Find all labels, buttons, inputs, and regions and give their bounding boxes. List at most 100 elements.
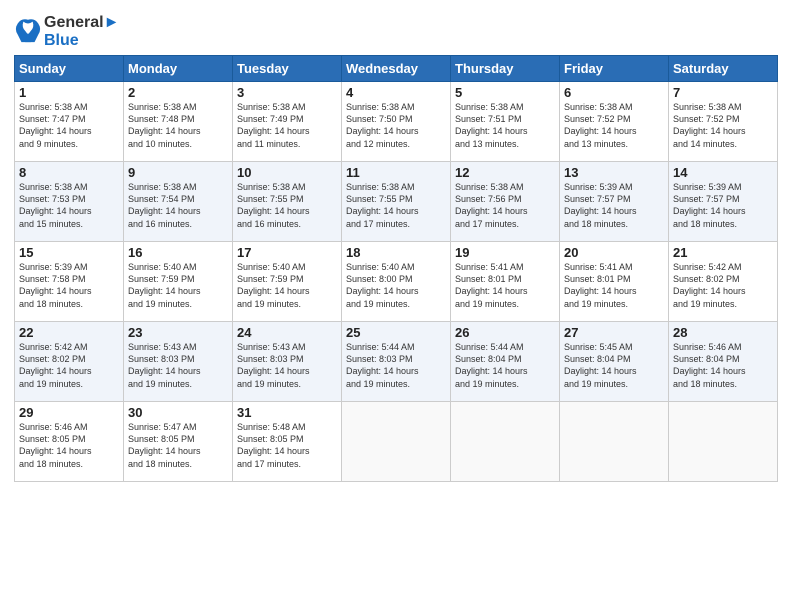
cell-details: Sunrise: 5:40 AMSunset: 8:00 PMDaylight:…	[346, 261, 446, 310]
header-row: SundayMondayTuesdayWednesdayThursdayFrid…	[15, 56, 778, 82]
cell-details: Sunrise: 5:38 AMSunset: 7:47 PMDaylight:…	[19, 101, 119, 150]
cell-details: Sunrise: 5:38 AMSunset: 7:49 PMDaylight:…	[237, 101, 337, 150]
day-number: 10	[237, 165, 337, 180]
cell-details: Sunrise: 5:41 AMSunset: 8:01 PMDaylight:…	[564, 261, 664, 310]
day-number: 25	[346, 325, 446, 340]
logo: General► Blue	[14, 14, 119, 49]
day-number: 14	[673, 165, 773, 180]
day-number: 15	[19, 245, 119, 260]
calendar-cell: 11Sunrise: 5:38 AMSunset: 7:55 PMDayligh…	[342, 162, 451, 242]
cell-details: Sunrise: 5:38 AMSunset: 7:51 PMDaylight:…	[455, 101, 555, 150]
calendar-cell: 8Sunrise: 5:38 AMSunset: 7:53 PMDaylight…	[15, 162, 124, 242]
cell-details: Sunrise: 5:38 AMSunset: 7:52 PMDaylight:…	[673, 101, 773, 150]
calendar-cell	[669, 402, 778, 482]
cell-details: Sunrise: 5:46 AMSunset: 8:05 PMDaylight:…	[19, 421, 119, 470]
cell-details: Sunrise: 5:39 AMSunset: 7:57 PMDaylight:…	[564, 181, 664, 230]
calendar-cell: 15Sunrise: 5:39 AMSunset: 7:58 PMDayligh…	[15, 242, 124, 322]
day-number: 19	[455, 245, 555, 260]
cell-details: Sunrise: 5:38 AMSunset: 7:55 PMDaylight:…	[346, 181, 446, 230]
day-number: 6	[564, 85, 664, 100]
day-number: 1	[19, 85, 119, 100]
calendar-cell: 19Sunrise: 5:41 AMSunset: 8:01 PMDayligh…	[451, 242, 560, 322]
calendar-cell: 13Sunrise: 5:39 AMSunset: 7:57 PMDayligh…	[560, 162, 669, 242]
cell-details: Sunrise: 5:40 AMSunset: 7:59 PMDaylight:…	[128, 261, 228, 310]
day-number: 8	[19, 165, 119, 180]
calendar-cell: 2Sunrise: 5:38 AMSunset: 7:48 PMDaylight…	[124, 82, 233, 162]
day-number: 28	[673, 325, 773, 340]
logo-icon	[14, 16, 42, 44]
calendar-page: General► Blue SundayMondayTuesdayWednesd…	[0, 0, 792, 612]
calendar-cell: 14Sunrise: 5:39 AMSunset: 7:57 PMDayligh…	[669, 162, 778, 242]
cell-details: Sunrise: 5:43 AMSunset: 8:03 PMDaylight:…	[128, 341, 228, 390]
day-number: 20	[564, 245, 664, 260]
day-header-friday: Friday	[560, 56, 669, 82]
calendar-cell: 30Sunrise: 5:47 AMSunset: 8:05 PMDayligh…	[124, 402, 233, 482]
calendar-cell: 6Sunrise: 5:38 AMSunset: 7:52 PMDaylight…	[560, 82, 669, 162]
cell-details: Sunrise: 5:39 AMSunset: 7:57 PMDaylight:…	[673, 181, 773, 230]
day-number: 30	[128, 405, 228, 420]
calendar-cell: 4Sunrise: 5:38 AMSunset: 7:50 PMDaylight…	[342, 82, 451, 162]
calendar-cell: 12Sunrise: 5:38 AMSunset: 7:56 PMDayligh…	[451, 162, 560, 242]
cell-details: Sunrise: 5:41 AMSunset: 8:01 PMDaylight:…	[455, 261, 555, 310]
cell-details: Sunrise: 5:38 AMSunset: 7:55 PMDaylight:…	[237, 181, 337, 230]
day-number: 24	[237, 325, 337, 340]
day-number: 13	[564, 165, 664, 180]
calendar-cell: 20Sunrise: 5:41 AMSunset: 8:01 PMDayligh…	[560, 242, 669, 322]
calendar-cell: 23Sunrise: 5:43 AMSunset: 8:03 PMDayligh…	[124, 322, 233, 402]
cell-details: Sunrise: 5:42 AMSunset: 8:02 PMDaylight:…	[19, 341, 119, 390]
cell-details: Sunrise: 5:43 AMSunset: 8:03 PMDaylight:…	[237, 341, 337, 390]
cell-details: Sunrise: 5:47 AMSunset: 8:05 PMDaylight:…	[128, 421, 228, 470]
cell-details: Sunrise: 5:45 AMSunset: 8:04 PMDaylight:…	[564, 341, 664, 390]
day-header-thursday: Thursday	[451, 56, 560, 82]
page-header: General► Blue	[14, 10, 778, 49]
day-number: 7	[673, 85, 773, 100]
day-number: 31	[237, 405, 337, 420]
day-number: 27	[564, 325, 664, 340]
calendar-cell: 3Sunrise: 5:38 AMSunset: 7:49 PMDaylight…	[233, 82, 342, 162]
day-number: 3	[237, 85, 337, 100]
calendar-week-1: 1Sunrise: 5:38 AMSunset: 7:47 PMDaylight…	[15, 82, 778, 162]
day-number: 29	[19, 405, 119, 420]
calendar-week-2: 8Sunrise: 5:38 AMSunset: 7:53 PMDaylight…	[15, 162, 778, 242]
day-header-sunday: Sunday	[15, 56, 124, 82]
calendar-cell: 28Sunrise: 5:46 AMSunset: 8:04 PMDayligh…	[669, 322, 778, 402]
calendar-cell: 7Sunrise: 5:38 AMSunset: 7:52 PMDaylight…	[669, 82, 778, 162]
calendar-header: SundayMondayTuesdayWednesdayThursdayFrid…	[15, 56, 778, 82]
calendar-week-4: 22Sunrise: 5:42 AMSunset: 8:02 PMDayligh…	[15, 322, 778, 402]
cell-details: Sunrise: 5:39 AMSunset: 7:58 PMDaylight:…	[19, 261, 119, 310]
day-number: 17	[237, 245, 337, 260]
cell-details: Sunrise: 5:38 AMSunset: 7:52 PMDaylight:…	[564, 101, 664, 150]
calendar-cell: 5Sunrise: 5:38 AMSunset: 7:51 PMDaylight…	[451, 82, 560, 162]
calendar-cell: 21Sunrise: 5:42 AMSunset: 8:02 PMDayligh…	[669, 242, 778, 322]
cell-details: Sunrise: 5:40 AMSunset: 7:59 PMDaylight:…	[237, 261, 337, 310]
cell-details: Sunrise: 5:46 AMSunset: 8:04 PMDaylight:…	[673, 341, 773, 390]
day-number: 5	[455, 85, 555, 100]
cell-details: Sunrise: 5:38 AMSunset: 7:54 PMDaylight:…	[128, 181, 228, 230]
cell-details: Sunrise: 5:42 AMSunset: 8:02 PMDaylight:…	[673, 261, 773, 310]
day-header-saturday: Saturday	[669, 56, 778, 82]
calendar-cell	[560, 402, 669, 482]
day-number: 12	[455, 165, 555, 180]
calendar-cell: 1Sunrise: 5:38 AMSunset: 7:47 PMDaylight…	[15, 82, 124, 162]
calendar-cell: 22Sunrise: 5:42 AMSunset: 8:02 PMDayligh…	[15, 322, 124, 402]
calendar-cell: 10Sunrise: 5:38 AMSunset: 7:55 PMDayligh…	[233, 162, 342, 242]
day-header-tuesday: Tuesday	[233, 56, 342, 82]
calendar-cell: 9Sunrise: 5:38 AMSunset: 7:54 PMDaylight…	[124, 162, 233, 242]
cell-details: Sunrise: 5:44 AMSunset: 8:03 PMDaylight:…	[346, 341, 446, 390]
day-number: 4	[346, 85, 446, 100]
day-header-wednesday: Wednesday	[342, 56, 451, 82]
cell-details: Sunrise: 5:38 AMSunset: 7:50 PMDaylight:…	[346, 101, 446, 150]
calendar-week-5: 29Sunrise: 5:46 AMSunset: 8:05 PMDayligh…	[15, 402, 778, 482]
calendar-cell	[342, 402, 451, 482]
cell-details: Sunrise: 5:38 AMSunset: 7:48 PMDaylight:…	[128, 101, 228, 150]
calendar-cell: 26Sunrise: 5:44 AMSunset: 8:04 PMDayligh…	[451, 322, 560, 402]
day-header-monday: Monday	[124, 56, 233, 82]
calendar-cell: 24Sunrise: 5:43 AMSunset: 8:03 PMDayligh…	[233, 322, 342, 402]
cell-details: Sunrise: 5:38 AMSunset: 7:53 PMDaylight:…	[19, 181, 119, 230]
cell-details: Sunrise: 5:48 AMSunset: 8:05 PMDaylight:…	[237, 421, 337, 470]
day-number: 22	[19, 325, 119, 340]
calendar-cell: 31Sunrise: 5:48 AMSunset: 8:05 PMDayligh…	[233, 402, 342, 482]
calendar-cell: 16Sunrise: 5:40 AMSunset: 7:59 PMDayligh…	[124, 242, 233, 322]
calendar-cell: 27Sunrise: 5:45 AMSunset: 8:04 PMDayligh…	[560, 322, 669, 402]
calendar-cell: 17Sunrise: 5:40 AMSunset: 7:59 PMDayligh…	[233, 242, 342, 322]
